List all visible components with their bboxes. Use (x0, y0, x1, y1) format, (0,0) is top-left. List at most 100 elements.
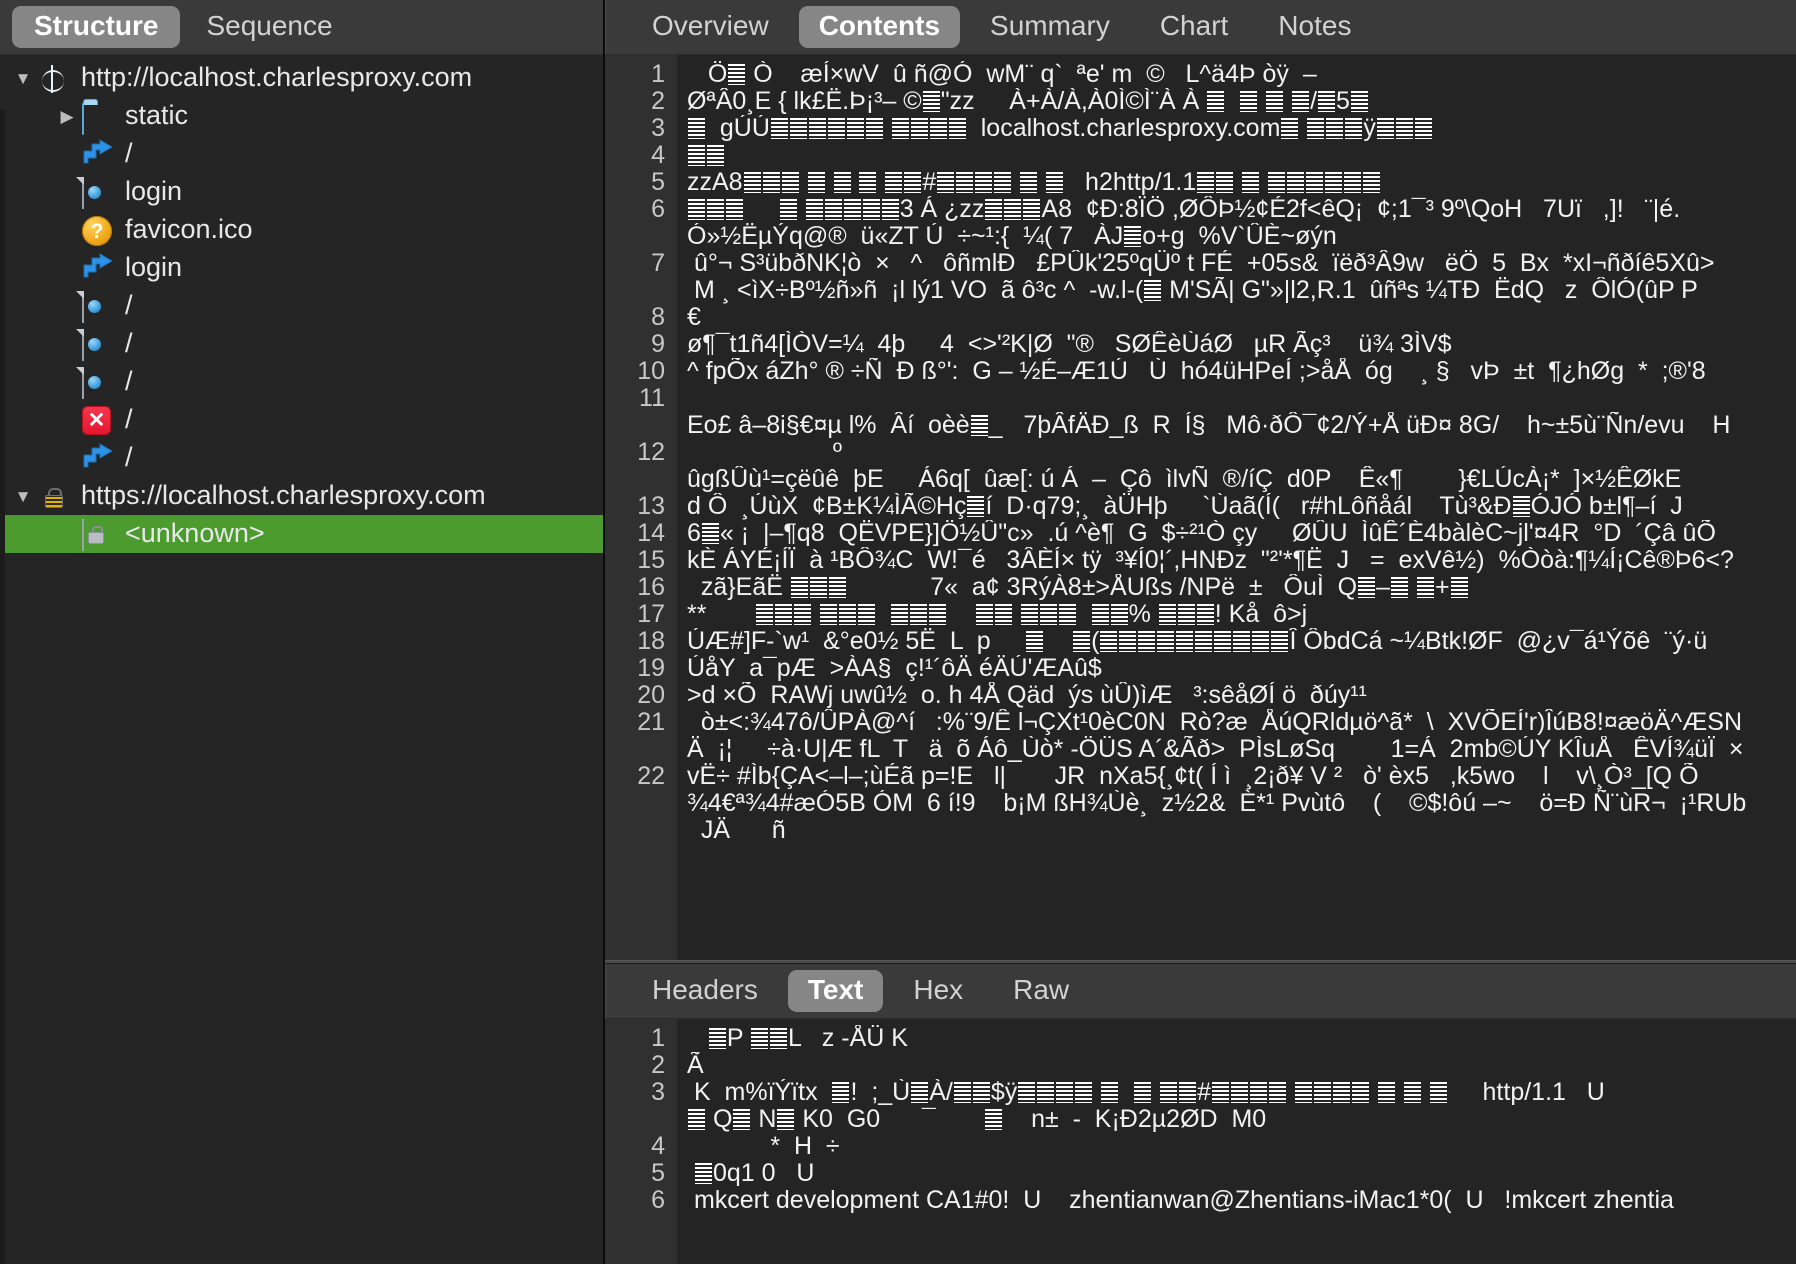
unprintable-char-glyph (928, 604, 946, 625)
request-tree[interactable]: http://localhost.charlesproxy.com static… (0, 55, 603, 1264)
unprintable-char-glyph (708, 1028, 726, 1049)
unprintable-char-glyph (1332, 1082, 1350, 1103)
line-number: 14 (637, 519, 665, 547)
unprintable-char-glyph (1450, 577, 1468, 598)
tab-text[interactable]: Text (787, 970, 884, 1012)
tree-item-label: / (125, 403, 133, 434)
tree-item-root-doc-2[interactable]: / (0, 325, 603, 363)
response-body-text[interactable]: Ö Ò æÍ×wV û ñ@Ó wM¨ q` ªe' m © L^ä4Þ òÿ … (677, 55, 1796, 960)
unprintable-char-glyph (985, 199, 1003, 220)
tree-item-login-redirect[interactable]: login (0, 249, 603, 287)
code-line: K m%ïÝïtx ! ;_Ù À/$ÿ # http/1.1 U (687, 1079, 1605, 1106)
unprintable-char-glyph (948, 118, 966, 139)
unprintable-char-glyph (807, 172, 825, 193)
disclosure-triangle-icon[interactable] (8, 70, 38, 87)
tab-chart[interactable]: Chart (1140, 6, 1248, 48)
unprintable-char-glyph (762, 172, 780, 193)
tree-item-label: <unknown> (125, 517, 265, 548)
line-number (605, 223, 665, 250)
line-number (605, 277, 665, 304)
unprintable-char-glyph (1046, 172, 1064, 193)
line-number: 18 (637, 627, 665, 655)
unprintable-char-glyph (1177, 604, 1195, 625)
unprintable-char-glyph (789, 118, 807, 139)
unprintable-char-glyph (1004, 199, 1022, 220)
unprintable-char-glyph (922, 91, 940, 112)
request-body-text[interactable]: P L z -ÅÜ KÃ K m%ïÝïtx ! ;_Ù À/$ÿ # http/… (677, 1019, 1796, 1264)
unprintable-char-glyph (1512, 496, 1530, 517)
unprintable-char-glyph (1266, 91, 1284, 112)
tab-overview[interactable]: Overview (632, 6, 789, 48)
unprintable-char-glyph (1306, 172, 1324, 193)
line-number: 9 (651, 330, 665, 358)
code-line: 3 Á ¿zz A8 ¢Ð:8ÏÖ ,ØÔÞ½¢É2f<êQ¡ ¢;1¯³ 9º\… (687, 196, 1796, 223)
unprintable-char-glyph (779, 199, 797, 220)
tab-summary[interactable]: Summary (970, 6, 1130, 48)
disclosure-triangle-icon[interactable] (8, 488, 38, 505)
code-line: d Ô ¸ÚùX ¢B±K¼ÌÃ©Hç í D·q79;¸ àÜHþ `Ùaã(Í… (687, 493, 1683, 520)
code-line: ^ fpÕx áZh° ® ÷Ñ Ð ß°': G – ½É–Æ1Ú Ù hó4… (687, 358, 1706, 385)
unprintable-char-glyph (1100, 631, 1118, 652)
unprintable-char-glyph (1395, 118, 1413, 139)
tab-structure[interactable]: Structure (12, 6, 181, 48)
unprintable-char-glyph (827, 118, 845, 139)
unprintable-char-glyph (1091, 604, 1109, 625)
question-icon: ? (82, 215, 116, 246)
tree-item-root-doc-1[interactable]: / (0, 287, 603, 325)
code-line: zzA8 # h2http/1.1 (687, 169, 1796, 196)
unprintable-char-glyph (1138, 631, 1156, 652)
tab-headers[interactable]: Headers (632, 970, 778, 1012)
code-line: gÚÚ localhost.charlesproxy.com ÿ (687, 115, 1796, 142)
tree-item-root-redirect-1[interactable]: / (0, 135, 603, 173)
unprintable-char-glyph (1207, 91, 1225, 112)
unprintable-char-glyph (833, 172, 851, 193)
line-number-gutter: 123 456 (605, 1019, 677, 1264)
unprintable-char-glyph (1307, 118, 1325, 139)
unprintable-char-glyph (809, 577, 827, 598)
unprintable-char-glyph (707, 145, 724, 166)
code-line: ø¶¯t1ñ4[ÌÒV=¼ 4þ 4 <>'²K|Ø "® SØÊèÙáØ µR… (687, 331, 1452, 358)
response-contents-view[interactable]: 1 2 3 4 5 6 7 8 9 10 11 12 13 14 15 16 17 18 19 20 21 22 Ö Ò … (605, 55, 1796, 960)
tree-item-root-doc-3[interactable]: / (0, 363, 603, 401)
unprintable-char-glyph (1233, 631, 1251, 652)
request-text-view[interactable]: 123 456 P L z -ÅÜ KÃ K m%ïÝïtx ! ;_Ù À/$ÿ … (605, 1019, 1796, 1264)
tree-item-label: http://localhost.charlesproxy.com (81, 61, 473, 92)
line-number (605, 1106, 665, 1133)
tab-sequence[interactable]: Sequence (184, 6, 354, 48)
unprintable-char-glyph (1313, 1082, 1331, 1103)
tab-contents[interactable]: Contents (798, 6, 961, 48)
disclosure-triangle-icon[interactable] (52, 108, 82, 125)
unprintable-char-glyph (859, 172, 877, 193)
unprintable-char-glyph (781, 172, 799, 193)
unprintable-char-glyph (985, 1109, 1003, 1130)
tree-item-static[interactable]: static (0, 97, 603, 135)
unprintable-char-glyph (1281, 118, 1299, 139)
unprintable-char-glyph (790, 577, 808, 598)
unprintable-char-glyph (688, 145, 705, 166)
code-line: zã}EãË 7« a¢ 3RýÀ8±>ÅUßs /NPë ± ÔuÌ Q – + (687, 574, 1796, 601)
detail-tabbar: Overview Contents Summary Chart Notes (605, 0, 1796, 55)
tree-item-label: / (125, 289, 133, 320)
tab-raw[interactable]: Raw (993, 970, 1089, 1012)
line-number: 4 (651, 141, 665, 169)
unprintable-char-glyph (1144, 280, 1162, 301)
tree-item-host-http[interactable]: http://localhost.charlesproxy.com (0, 59, 603, 97)
tab-notes[interactable]: Notes (1258, 6, 1371, 48)
unprintable-char-glyph (1358, 577, 1376, 598)
unprintable-char-glyph (1214, 631, 1232, 652)
tree-item-unknown-selected[interactable]: <unknown> (0, 515, 603, 553)
tree-item-login-doc[interactable]: login (0, 173, 603, 211)
unprintable-char-glyph (824, 199, 842, 220)
tree-item-root-redirect-2[interactable]: / (0, 439, 603, 477)
tree-item-favicon[interactable]: ? favicon.ico (0, 211, 603, 249)
line-number: 20 (637, 681, 665, 709)
unprintable-char-glyph (885, 172, 903, 193)
tree-item-root-error[interactable]: ✕ / (0, 401, 603, 439)
unprintable-char-glyph (994, 172, 1012, 193)
tab-hex[interactable]: Hex (893, 970, 983, 1012)
unprintable-char-glyph (1119, 631, 1137, 652)
unprintable-char-glyph (1176, 631, 1194, 652)
unprintable-char-glyph (1023, 199, 1041, 220)
tree-item-host-https[interactable]: https://localhost.charlesproxy.com (0, 477, 603, 515)
